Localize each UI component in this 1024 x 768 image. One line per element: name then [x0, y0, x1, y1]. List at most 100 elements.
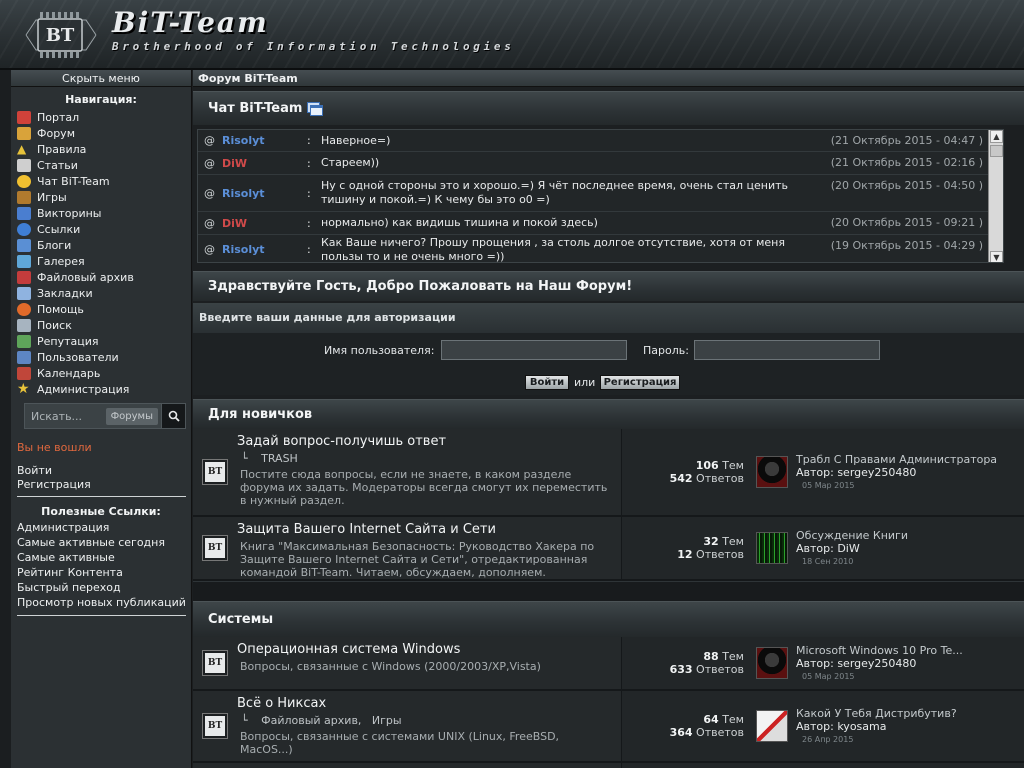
chat-username[interactable]: Risolyt [222, 243, 307, 256]
category-title[interactable]: Для новичков [208, 407, 312, 422]
reply-count-value: 12 [677, 548, 693, 561]
category-title[interactable]: Системы [208, 612, 273, 627]
chat-username[interactable]: DiW [222, 157, 307, 170]
not-logged-status: Вы не вошли [17, 441, 92, 454]
last-post-author[interactable]: Автор: kyosama [796, 720, 1024, 733]
sidebar-item[interactable]: Викторины [17, 205, 191, 221]
subforum-links[interactable]: Файловый архив, Игры [261, 714, 401, 727]
sidebar-item[interactable]: Игры [17, 189, 191, 205]
forum-title-link[interactable]: Всё о Никсах [237, 696, 621, 711]
topic-count-label: Тем [718, 459, 744, 472]
hide-menu-toggle[interactable]: Скрыть меню [11, 70, 191, 87]
search-placeholder[interactable]: Искать... [31, 410, 106, 423]
sidebar-item[interactable]: Форум [17, 125, 191, 141]
useful-link-active-today[interactable]: Самые активные сегодня [17, 536, 191, 551]
subforum-links[interactable]: TRASH [261, 452, 298, 465]
sidebar-item[interactable]: Помощь [17, 301, 191, 317]
useful-link-quick-jump[interactable]: Быстрый переход [17, 581, 191, 596]
last-post-author[interactable]: Автор: sergey250480 [796, 466, 1024, 479]
reply-count-label: Ответов [692, 472, 744, 485]
forum-read-icon[interactable]: BT [203, 714, 227, 738]
sidebar-item[interactable]: Галерея [17, 253, 191, 269]
gallery-icon [17, 254, 31, 268]
last-post-author[interactable]: Автор: sergey250480 [796, 657, 1024, 670]
useful-link-new-posts[interactable]: Просмотр новых публикаций [17, 596, 191, 611]
sidebar-item[interactable]: ★ Администрация [17, 381, 191, 397]
reply-count: 364 Ответов [670, 726, 744, 739]
last-post-title[interactable]: Обсуждение Книги [796, 529, 1024, 542]
scroll-thumb[interactable] [990, 145, 1003, 157]
sidebar-item[interactable]: Ссылки [17, 221, 191, 237]
forum-stats: 64 Тем 364 Ответов Какой У Тебя Дистрибути… [622, 691, 1024, 761]
search-input[interactable]: Искать... Форумы [24, 403, 162, 429]
sidebar-item[interactable]: Репутация [17, 333, 191, 349]
site-title[interactable]: BiT-Team [112, 6, 269, 39]
sidebar-item[interactable]: ▲ Правила [17, 141, 191, 157]
forum-read-icon[interactable]: BT [203, 536, 227, 560]
chat-title[interactable]: Чат BiT-Team [208, 101, 302, 116]
chat-username[interactable]: Risolyt [222, 187, 307, 200]
chat-message: @ DiW: нормально) как видишь тишина и поко… [198, 212, 1003, 235]
chat-scrollbar[interactable]: ▲ ▼ [988, 130, 1003, 262]
sidebar-item[interactable]: Файловый архив [17, 269, 191, 285]
search-button[interactable] [162, 403, 186, 429]
last-poster-avatar[interactable] [756, 647, 788, 679]
chip-logo-icon[interactable]: BT [22, 8, 100, 62]
chat-at-icon[interactable]: @ [204, 217, 222, 230]
sidebar-item-label: Чат BiT-Team [37, 174, 110, 188]
popup-window-icon[interactable] [307, 101, 324, 116]
chat-at-icon[interactable]: @ [204, 157, 222, 170]
search-scope-select[interactable]: Форумы [105, 407, 158, 425]
forum-counts: 106 Тем 542 Ответов [622, 429, 748, 515]
last-post-title[interactable]: Трабл С Правами Администратора [796, 453, 1024, 466]
forum-title-link[interactable]: Защита Вашего Internet Сайта и Сети [237, 522, 621, 537]
sidebar-search: Искать... Форумы [24, 403, 186, 429]
sidebar-item[interactable]: Поиск [17, 317, 191, 333]
useful-link-admin[interactable]: Администрация [17, 521, 191, 536]
register-button[interactable]: Регистрация [600, 375, 680, 390]
chat-box: @ Risolyt: Наверное=) (21 Октябрь 2015 - 04… [197, 129, 1004, 263]
last-post-title[interactable]: Microsoft Windows 10 Pro Te... [796, 644, 1024, 657]
scroll-up-arrow-icon[interactable]: ▲ [990, 130, 1003, 143]
forum-title-link[interactable]: Операционная система Windows [237, 642, 621, 657]
sidebar-item-label: Поиск [37, 318, 72, 332]
chat-username[interactable]: DiW [222, 217, 307, 230]
chat-at-icon[interactable]: @ [204, 187, 222, 200]
login-button[interactable]: Войти [525, 375, 569, 390]
sidebar-item-label: Файловый архив [37, 270, 134, 284]
sidebar-item[interactable]: Статьи [17, 157, 191, 173]
last-post-title[interactable]: Какой У Тебя Дистрибутив? [796, 707, 1024, 720]
chat-at-icon[interactable]: @ [204, 243, 222, 256]
smiley-icon [17, 174, 31, 188]
last-poster-avatar[interactable] [756, 456, 788, 488]
password-input[interactable] [694, 340, 880, 360]
forum-categories: Для новичков BT Задай вопрос-получишь отве… [193, 399, 1024, 768]
sidebar-item[interactable]: Пользователи [17, 349, 191, 365]
sidebar-item[interactable]: Закладки [17, 285, 191, 301]
chat-at-icon[interactable]: @ [204, 134, 222, 147]
forum-title-link[interactable]: Задай вопрос-получишь ответ [237, 434, 621, 449]
username-input[interactable] [441, 340, 627, 360]
breadcrumb[interactable]: Форум BiT-Team [193, 70, 1024, 87]
sidebar-item[interactable]: Блоги [17, 237, 191, 253]
forum-read-icon[interactable]: BT [203, 460, 227, 484]
reputation-icon [17, 334, 31, 348]
last-poster-avatar[interactable] [756, 710, 788, 742]
register-link[interactable]: Регистрация [17, 478, 191, 492]
last-poster-avatar[interactable] [756, 532, 788, 564]
login-link[interactable]: Войти [17, 464, 191, 478]
sidebar-item[interactable]: Календарь [17, 365, 191, 381]
nav-list: Портал Форум ▲ Правила Статьи Чат BiT-Team Игр… [11, 109, 191, 397]
scroll-down-arrow-icon[interactable]: ▼ [990, 251, 1003, 262]
topic-count: 64 Тем [703, 713, 744, 726]
last-post-author[interactable]: Автор: DiW [796, 542, 1024, 555]
useful-link-content-rating[interactable]: Рейтинг Контента [17, 566, 191, 581]
blog-icon [17, 238, 31, 252]
chat-username[interactable]: Risolyt [222, 134, 307, 147]
forum-icon [17, 126, 31, 140]
reply-count-value: 633 [669, 663, 693, 676]
sidebar-item[interactable]: Чат BiT-Team [17, 173, 191, 189]
sidebar-item[interactable]: Портал [17, 109, 191, 125]
useful-link-most-active[interactable]: Самые активные [17, 551, 191, 566]
forum-read-icon[interactable]: BT [203, 651, 227, 675]
